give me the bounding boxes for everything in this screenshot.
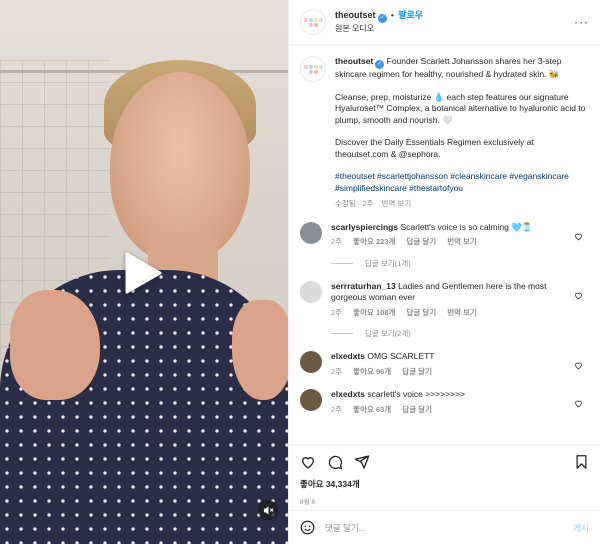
comments-scroll[interactable]: theoutset ✓ Founder Scarlett Johansson sh… <box>289 46 600 444</box>
heart-icon[interactable] <box>574 232 583 241</box>
comment-likes[interactable]: 좋아요 96개 <box>353 367 391 376</box>
comment-time: 2주 <box>331 366 343 376</box>
heart-icon[interactable] <box>574 361 583 370</box>
outset-logo <box>303 59 323 79</box>
comment-item: scarlyspiercings Scarlett's voice is so … <box>300 221 589 248</box>
verified-icon: ✓ <box>377 14 387 23</box>
comment-reply-button[interactable]: 답글 달기 <box>402 367 432 376</box>
heart-icon[interactable] <box>574 291 583 300</box>
comment-input[interactable] <box>325 522 545 533</box>
comment-text: Scarlett's voice is so calming 🩵🫙 <box>400 221 533 232</box>
post-date: 8월 6 <box>300 499 316 506</box>
likes-count[interactable]: 좋아요 34,334개 <box>300 478 589 490</box>
comment-meta: 2주 좋아요 223개 답글 달기 번역 보기 <box>331 236 581 248</box>
bookmark-icon <box>576 455 587 469</box>
caption-paragraph-3: Discover the Daily Essentials Regimen ex… <box>335 137 534 159</box>
post-actions: 좋아요 34,334개 8월 6 <box>289 444 600 510</box>
post-comment-button[interactable]: 게시 <box>573 522 589 534</box>
comment-avatar[interactable] <box>300 280 322 303</box>
verified-icon: ✓ <box>375 60 385 69</box>
comment-translate[interactable]: 번역 보기 <box>447 308 477 317</box>
comment-text: OMG SCARLETT <box>367 351 435 361</box>
account-avatar[interactable] <box>300 9 326 35</box>
comment-translate[interactable]: 번역 보기 <box>447 237 477 246</box>
comment-meta: 2주 좋아요 108개 답글 달기 번역 보기 <box>331 307 581 319</box>
comment-likes[interactable]: 좋아요 63개 <box>353 405 391 414</box>
post-caption: theoutset ✓ Founder Scarlett Johansson sh… <box>335 56 589 210</box>
comment-item: elxedxts scarlett's voice >>>>>>>> 2주 좋아… <box>300 389 589 415</box>
caption-meta: 수정됨 · 2주 번역 보기 <box>335 198 589 210</box>
header-separator: • <box>390 10 394 20</box>
caption-avatar[interactable] <box>300 56 326 82</box>
comment-body: serrraturhan_13 Ladies and Gentlemen her… <box>331 281 581 319</box>
header-info: theoutset ✓ • 팔로우 원본 오디오 <box>335 9 423 35</box>
caption-username[interactable]: theoutset <box>335 56 373 66</box>
caption-translate[interactable]: 번역 보기 <box>382 199 412 208</box>
play-icon <box>125 252 162 294</box>
play-button[interactable] <box>118 248 168 298</box>
comment-avatar[interactable] <box>300 221 322 244</box>
view-replies-label[interactable]: 답글 보기(1개) <box>365 258 411 269</box>
comment-reply-button[interactable]: 답글 달기 <box>406 237 436 246</box>
view-replies[interactable]: 답글 보기(1개) <box>331 258 589 269</box>
comment-text: scarlett's voice >>>>>>>> <box>367 389 465 399</box>
caption-hashtags[interactable]: #theoutset #scarlettjohansson #cleanskin… <box>335 171 589 194</box>
audio-label[interactable]: 원본 오디오 <box>335 23 423 35</box>
video-person-face <box>110 72 250 262</box>
action-icons <box>300 453 589 471</box>
comment-reply-button[interactable]: 답글 달기 <box>402 405 432 414</box>
share-button[interactable] <box>354 454 370 470</box>
save-button[interactable] <box>574 454 589 470</box>
emoji-icon[interactable] <box>300 520 315 535</box>
comment-body: elxedxts scarlett's voice >>>>>>>> 2주 좋아… <box>331 389 581 415</box>
comment-button[interactable] <box>327 454 343 470</box>
mute-icon <box>263 505 273 515</box>
share-icon <box>354 455 370 469</box>
caption-edited: 수정됨 · 2주 <box>335 199 374 208</box>
comment-username[interactable]: serrraturhan_13 <box>331 281 396 291</box>
comment-time: 2주 <box>331 404 343 414</box>
add-comment-bar: 게시 <box>289 510 600 544</box>
comment-time: 2주 <box>331 237 343 246</box>
comment-time: 2주 <box>331 307 343 317</box>
like-button[interactable] <box>300 454 316 470</box>
instagram-post-modal: theoutset ✓ • 팔로우 원본 오디오 ··· theoutset ✓… <box>0 0 600 544</box>
comment-meta: 2주 좋아요 96개 답글 달기 <box>331 366 581 378</box>
mute-button[interactable] <box>258 500 278 520</box>
comment-likes[interactable]: 좋아요 223개 <box>353 237 395 246</box>
heart-icon[interactable] <box>574 399 583 408</box>
heart-icon <box>301 457 315 469</box>
video-player[interactable] <box>0 0 288 544</box>
video-person-left-hand <box>10 290 100 400</box>
post-caption-block: theoutset ✓ Founder Scarlett Johansson sh… <box>300 56 589 210</box>
view-replies[interactable]: 답글 보기(2개) <box>331 328 589 339</box>
post-header: theoutset ✓ • 팔로우 원본 오디오 ··· <box>289 0 600 45</box>
comment-meta: 2주 좋아요 63개 답글 달기 <box>331 404 581 416</box>
comment-body: elxedxts OMG SCARLETT 2주 좋아요 96개 답글 달기 <box>331 351 581 377</box>
comment-item: serrraturhan_13 Ladies and Gentlemen her… <box>300 280 589 319</box>
outset-logo <box>303 12 323 32</box>
caption-intro-paragraph: theoutset ✓ Founder Scarlett Johansson sh… <box>335 56 589 81</box>
replies-divider <box>331 262 353 264</box>
comment-likes[interactable]: 좋아요 108개 <box>353 308 395 317</box>
caption-paragraph-2: Cleanse, prep, moisturize 💧 each step fe… <box>335 91 586 125</box>
comment-reply-button[interactable]: 답글 달기 <box>406 308 436 317</box>
comment-body: scarlyspiercings Scarlett's voice is so … <box>331 222 581 248</box>
comment-avatar[interactable] <box>300 351 322 373</box>
more-icon[interactable]: ··· <box>574 15 589 29</box>
header-username[interactable]: theoutset <box>335 10 376 20</box>
comment-icon <box>328 455 343 470</box>
comment-username[interactable]: scarlyspiercings <box>331 222 398 232</box>
comment-username[interactable]: elxedxts <box>331 389 365 399</box>
comment-item: elxedxts OMG SCARLETT 2주 좋아요 96개 답글 달기 <box>300 351 589 377</box>
view-replies-label[interactable]: 답글 보기(2개) <box>365 328 411 339</box>
comment-username[interactable]: elxedxts <box>331 351 365 361</box>
comment-avatar[interactable] <box>300 389 322 411</box>
post-details-panel: theoutset ✓ • 팔로우 원본 오디오 ··· theoutset ✓… <box>288 0 600 544</box>
video-person-right-hand <box>232 300 288 400</box>
follow-button[interactable]: 팔로우 <box>398 10 423 20</box>
replies-divider <box>331 333 353 334</box>
